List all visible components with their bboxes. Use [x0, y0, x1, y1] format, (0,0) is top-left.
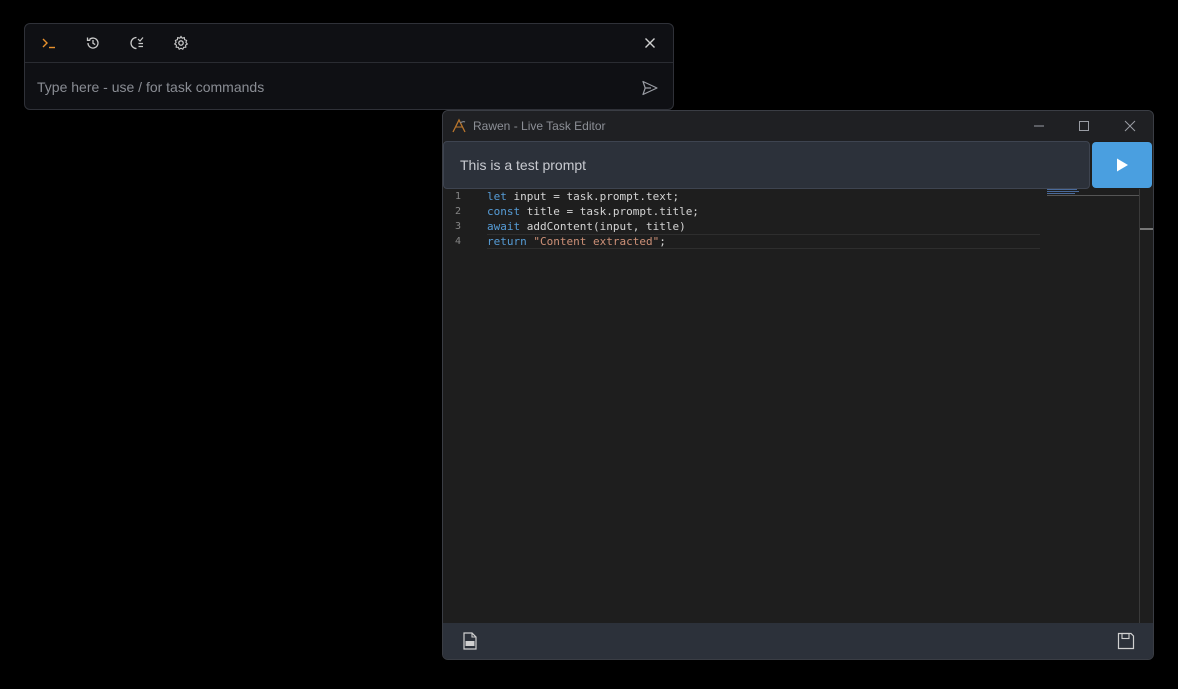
- code-keyword: let: [487, 190, 507, 203]
- save-icon[interactable]: [1116, 631, 1136, 651]
- doc-file-icon[interactable]: [460, 631, 480, 651]
- scrollbar-marker: [1140, 228, 1153, 230]
- rawen-logo-icon: [451, 118, 467, 134]
- window-close-icon[interactable]: [1122, 118, 1138, 134]
- minimap[interactable]: [1047, 189, 1139, 197]
- history-icon[interactable]: [84, 34, 102, 52]
- code-text: input = task.prompt.text;: [506, 190, 680, 203]
- command-bar-window: [24, 23, 674, 111]
- minimize-icon[interactable]: [1031, 118, 1047, 134]
- send-icon[interactable]: [641, 79, 659, 97]
- command-input-row: [25, 63, 673, 111]
- line-number: 3: [454, 221, 461, 232]
- code-text: title = task.prompt.title;: [520, 205, 699, 218]
- code-string: "Content extracted": [533, 235, 660, 248]
- vertical-scrollbar[interactable]: [1139, 189, 1153, 623]
- maximize-icon[interactable]: [1076, 118, 1092, 134]
- task-list-icon[interactable]: [128, 34, 146, 52]
- terminal-icon[interactable]: [40, 34, 58, 52]
- line-number: 4: [454, 236, 461, 247]
- code-keyword: return: [487, 235, 527, 248]
- prompt-row: [443, 141, 1153, 189]
- editor-statusbar: [443, 623, 1153, 659]
- code-text: addContent(input, title): [520, 220, 686, 233]
- code-keyword: await: [487, 220, 521, 233]
- window-title: Rawen - Live Task Editor: [473, 119, 606, 133]
- live-task-editor-window: Rawen - Live Task Editor 1 let input = t…: [442, 110, 1154, 660]
- code-keyword: const: [487, 205, 521, 218]
- command-toolbar: [25, 24, 673, 63]
- run-button[interactable]: [1092, 142, 1152, 188]
- code-text: ;: [659, 235, 666, 248]
- gear-icon[interactable]: [172, 34, 190, 52]
- close-icon[interactable]: [641, 34, 659, 52]
- editor-titlebar[interactable]: Rawen - Live Task Editor: [443, 111, 1153, 141]
- command-input[interactable]: [25, 63, 625, 111]
- play-icon: [1117, 158, 1128, 172]
- line-number: 1: [454, 191, 461, 202]
- code-editor[interactable]: 1 let input = task.prompt.text; 2 const …: [443, 189, 1153, 623]
- prompt-input[interactable]: [443, 141, 1090, 189]
- line-number: 2: [454, 206, 461, 217]
